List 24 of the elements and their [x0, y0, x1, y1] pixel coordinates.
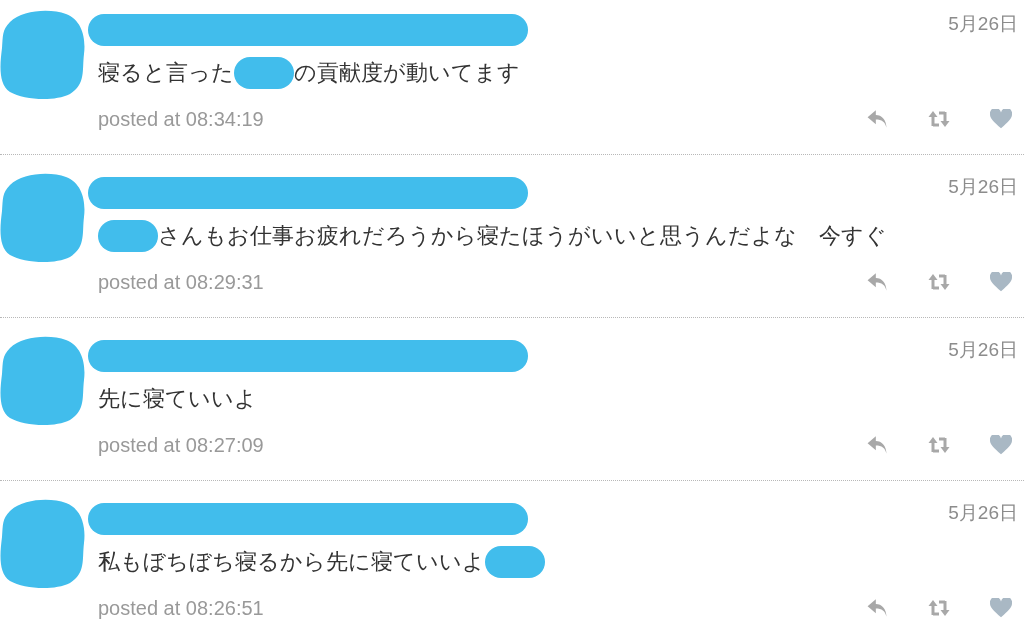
tweet-date: 5月26日 — [948, 175, 1018, 199]
heart-icon[interactable] — [990, 598, 1012, 618]
tweet-text: さんもお仕事お疲れだろうから寝たほうがいいと思うんだよな 今すぐ — [158, 222, 887, 250]
retweet-icon[interactable] — [928, 109, 950, 129]
posted-time: posted at 08:29:31 — [98, 270, 264, 295]
tweet-text: 寝ると言った — [98, 59, 234, 87]
text-redaction-mark — [98, 220, 158, 252]
heart-icon[interactable] — [990, 435, 1012, 455]
retweet-icon[interactable] — [928, 435, 950, 455]
retweet-icon[interactable] — [928, 272, 950, 292]
tweet-date: 5月26日 — [948, 338, 1018, 362]
text-redaction-mark — [234, 57, 294, 89]
tweet-text: の貢献度が動いてます — [294, 59, 520, 87]
heart-icon[interactable] — [990, 109, 1012, 129]
posted-time: posted at 08:26:51 — [98, 596, 264, 621]
retweet-icon[interactable] — [928, 598, 950, 618]
heart-icon[interactable] — [990, 272, 1012, 292]
tweet-date: 5月26日 — [948, 12, 1018, 36]
tweet-text: 先に寝ていいよ — [98, 385, 257, 413]
tweet-date: 5月26日 — [948, 501, 1018, 525]
text-redaction-mark — [485, 546, 545, 578]
posted-time: posted at 08:34:19 — [98, 107, 264, 132]
posted-time: posted at 08:27:09 — [98, 433, 264, 458]
tweet-text: 私もぼちぼち寝るから先に寝ていいよ — [98, 548, 485, 576]
